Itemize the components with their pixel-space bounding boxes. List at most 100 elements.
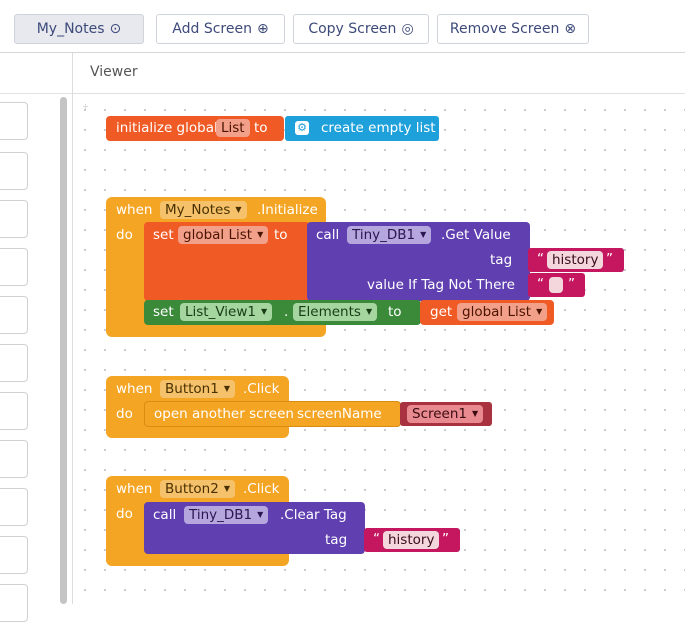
empty-text-block[interactable]: “ ”: [528, 273, 585, 297]
tag-label: tag: [490, 252, 513, 268]
panel-item[interactable]: [0, 152, 28, 190]
set-label: set: [153, 304, 174, 320]
panel-item[interactable]: [0, 536, 28, 574]
panel-item[interactable]: [0, 584, 28, 622]
call-label: call: [316, 227, 340, 243]
clear-tag-call-block[interactable]: call Tiny_DB1 ▼ .Clear Tag tag: [144, 502, 365, 554]
get-value-call-block[interactable]: call Tiny_DB1 ▼ .Get Value tag value If T…: [307, 222, 530, 301]
dropdown-caret-icon: ▼: [223, 384, 230, 393]
dropdown-caret-icon: ▼: [235, 205, 242, 214]
button2-component-dropdown[interactable]: Button2 ▼: [160, 480, 235, 498]
screen-component-dropdown[interactable]: My_Notes ▼: [160, 201, 247, 219]
initialize-global-block[interactable]: initialize global List to: [106, 116, 284, 141]
left-panel-header: [0, 53, 72, 94]
dropdown-caret-icon: ▼: [223, 484, 230, 493]
property-label: Elements: [298, 304, 361, 320]
button1-component-label: Button1: [165, 381, 219, 397]
set-elements-block[interactable]: set List_View1 ▼ . Elements ▼ to: [144, 300, 421, 325]
set-label: set: [153, 227, 174, 243]
open-another-screen-label: open another screen: [154, 406, 294, 422]
scrollbar-thumb[interactable]: [60, 97, 67, 604]
init-to-label: to: [254, 120, 268, 136]
set-to-label: to: [274, 227, 288, 243]
initialize-global-label: initialize global: [116, 120, 218, 136]
when-label: when: [116, 381, 153, 397]
get-var-dropdown[interactable]: global List ▼: [457, 303, 548, 321]
screen-name-dropdown[interactable]: Screen1 ▼: [407, 405, 484, 423]
remove-screen-label: Remove Screen: [449, 21, 560, 37]
panel-item[interactable]: [0, 344, 28, 382]
create-empty-list-block[interactable]: ⚙ create empty list: [285, 116, 439, 141]
copy-screen-label: Copy Screen: [308, 21, 397, 37]
dropdown-caret-icon: ▼: [420, 230, 427, 239]
chevron-down-icon: ⊙: [109, 21, 122, 37]
get-value-method-label: .Get Value: [441, 227, 511, 243]
event-name-label: .Initialize: [257, 202, 318, 218]
panel-item[interactable]: [0, 248, 28, 286]
listview-component-label: List_View1: [185, 304, 256, 320]
add-screen-label: Add Screen: [172, 21, 252, 37]
tinydb-component-label: Tiny_DB1: [189, 507, 253, 523]
property-dropdown[interactable]: Elements ▼: [293, 303, 378, 321]
copy-icon: ◎: [401, 21, 414, 37]
empty-text-field[interactable]: [549, 277, 563, 293]
click-event-label: .Click: [243, 481, 280, 497]
viewer-header: Viewer: [73, 53, 685, 94]
open-quote-icon: “: [537, 251, 544, 267]
button1-component-dropdown[interactable]: Button1 ▼: [160, 380, 235, 398]
click-event-label: .Click: [243, 381, 280, 397]
toolbar: My_Notes ⊙ Add Screen ⊕ Copy Screen ◎ Re…: [0, 0, 685, 53]
gear-icon[interactable]: ⚙: [295, 121, 309, 135]
panel-item[interactable]: [0, 102, 28, 140]
clear-tag-text-block[interactable]: “ history ”: [364, 528, 460, 552]
global-var-name-field[interactable]: List: [216, 119, 250, 137]
copy-screen-button[interactable]: Copy Screen ◎: [293, 14, 429, 44]
dropdown-caret-icon: ▼: [536, 307, 543, 316]
plus-circle-icon: ⊕: [256, 21, 269, 37]
screen-name-value-block[interactable]: Screen1 ▼: [400, 402, 492, 426]
screen-name-label: screenName: [297, 406, 382, 422]
dropdown-caret-icon: ▼: [257, 510, 264, 519]
when-label: when: [116, 481, 153, 497]
tinydb-component-label: Tiny_DB1: [352, 227, 416, 243]
clear-tag-method-label: .Clear Tag: [280, 507, 347, 523]
listview-component-dropdown[interactable]: List_View1 ▼: [180, 303, 273, 321]
get-global-var-block[interactable]: get global List ▼: [420, 300, 554, 325]
dropdown-caret-icon: ▼: [365, 307, 373, 316]
clear-tag-text-field[interactable]: history: [383, 531, 440, 549]
close-quote-icon: ”: [606, 251, 613, 267]
close-quote-icon: ”: [442, 531, 449, 547]
add-screen-button[interactable]: Add Screen ⊕: [156, 14, 285, 44]
open-quote-icon: “: [537, 276, 544, 292]
panel-item[interactable]: [0, 440, 28, 478]
remove-screen-button[interactable]: Remove Screen ⊗: [437, 14, 589, 44]
set-global-var-block[interactable]: set global List ▼ to: [144, 222, 310, 301]
do-label: do: [116, 506, 133, 522]
screen-select-label: My_Notes: [36, 21, 105, 37]
panel-item[interactable]: [0, 392, 28, 430]
screen-select-button[interactable]: My_Notes ⊙: [14, 14, 144, 44]
global-var-dropdown[interactable]: global List ▼: [178, 226, 269, 244]
set-to-label: to: [388, 304, 402, 320]
blocks-workspace[interactable]: initialize global List to ⚙ create empty…: [73, 94, 685, 604]
create-empty-list-label: create empty list: [321, 120, 436, 136]
tag-label: tag: [325, 532, 348, 548]
panel-item[interactable]: [0, 296, 28, 334]
tinydb-component-dropdown[interactable]: Tiny_DB1 ▼: [184, 506, 269, 524]
button2-component-label: Button2: [165, 481, 219, 497]
panel-item[interactable]: [0, 488, 28, 526]
tag-text-block[interactable]: “ history ”: [528, 248, 624, 272]
get-label: get: [430, 304, 453, 320]
dot-label: .: [284, 304, 289, 320]
when-label: when: [116, 202, 153, 218]
do-label: do: [116, 406, 133, 422]
dropdown-caret-icon: ▼: [257, 230, 264, 239]
open-quote-icon: “: [373, 531, 380, 547]
dropdown-caret-icon: ▼: [472, 409, 479, 418]
get-var-label: global List: [462, 304, 532, 320]
remove-circle-icon: ⊗: [564, 21, 577, 37]
tag-text-field[interactable]: history: [547, 251, 604, 269]
tinydb-component-dropdown[interactable]: Tiny_DB1 ▼: [347, 226, 432, 244]
open-another-screen-block[interactable]: open another screen screenName: [144, 401, 401, 427]
panel-item[interactable]: [0, 200, 28, 238]
